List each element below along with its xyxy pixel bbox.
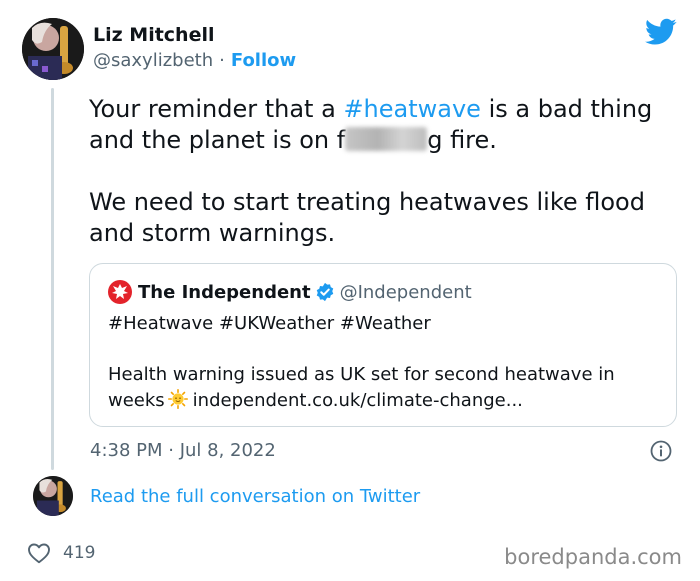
censored-blur	[345, 127, 428, 151]
avatar-image	[22, 18, 84, 80]
author-avatar-small[interactable]	[33, 476, 73, 516]
sun-emoji-icon	[167, 389, 188, 409]
quote-author-name: The Independent	[138, 281, 311, 303]
quoted-tweet-card[interactable]: The Independent @Independent #Heatwave #…	[89, 263, 677, 427]
tweet-paragraph-1: Your reminder that a #heatwave is a bad …	[89, 94, 659, 156]
tweet-text-part: Your reminder that a	[89, 95, 344, 123]
author-avatar[interactable]	[22, 18, 84, 80]
twitter-bird-icon[interactable]	[645, 18, 677, 46]
info-icon[interactable]	[650, 440, 672, 462]
tweet-text: Your reminder that a #heatwave is a bad …	[89, 94, 659, 249]
author-handle-row: @saxylizbeth · Follow	[93, 50, 296, 71]
thread-line	[51, 88, 54, 470]
independent-eagle-icon	[108, 280, 132, 304]
tweet-paragraph-2: We need to start treating heatwaves like…	[89, 188, 645, 247]
separator-dot: ·	[219, 50, 225, 71]
heart-icon[interactable]	[27, 542, 51, 564]
verified-badge-icon	[316, 282, 333, 302]
like-count: 419	[63, 543, 96, 563]
quote-header: The Independent @Independent	[108, 280, 472, 304]
hashtag-link[interactable]: #heatwave	[343, 95, 481, 123]
quote-link[interactable]: independent.co.uk/climate-change...	[193, 390, 523, 411]
read-conversation-link[interactable]: Read the full conversation on Twitter	[90, 486, 420, 507]
author-display-name[interactable]: Liz Mitchell	[93, 24, 215, 46]
follow-button[interactable]: Follow	[231, 50, 296, 71]
avatar-image	[33, 476, 73, 516]
author-handle[interactable]: @saxylizbeth	[93, 50, 213, 71]
boredpanda-watermark: boredpanda.com	[504, 545, 682, 569]
quote-hashtags: #Heatwave #UKWeather #Weather	[108, 313, 431, 334]
quote-body: Health warning issued as UK set for seco…	[108, 362, 668, 414]
like-row: 419	[27, 542, 95, 564]
tweet-timestamp[interactable]: 4:38 PM · Jul 8, 2022	[90, 440, 276, 461]
tweet-text-part: g fire.	[427, 126, 497, 154]
quote-author-handle: @Independent	[339, 281, 472, 303]
